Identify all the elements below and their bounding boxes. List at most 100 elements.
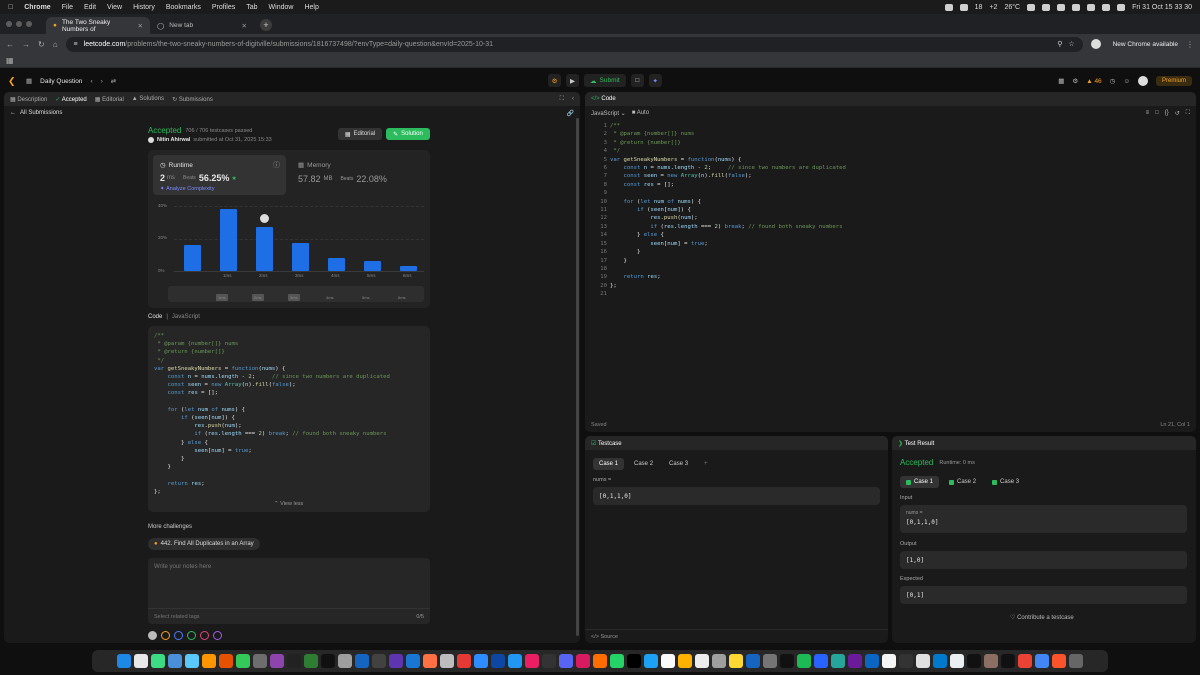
code-editor[interactable]: /** * @param {number[]} nums * @return {… [610, 122, 846, 290]
dock-app-icon[interactable] [865, 654, 879, 668]
timer-icon[interactable]: ◷ [1110, 77, 1116, 85]
bookmark-star-icon[interactable]: ☆ [1068, 40, 1074, 48]
chart-bar[interactable] [256, 227, 273, 271]
tab-submissions[interactable]: ↻ Submissions [172, 96, 213, 103]
close-tab-icon[interactable]: ✕ [242, 22, 247, 30]
dock-app-icon[interactable] [831, 654, 845, 668]
language-select[interactable]: JavaScript ⌄ [591, 110, 626, 117]
apps-grid-icon[interactable]: ▦ [6, 56, 14, 65]
dock-app-icon[interactable] [542, 654, 556, 668]
dock-app-icon[interactable] [134, 654, 148, 668]
dock-app-icon[interactable] [882, 654, 896, 668]
dock-app-icon[interactable] [1052, 654, 1066, 668]
menu-view[interactable]: View [107, 4, 122, 11]
bookmark-icon[interactable]: □ [1155, 110, 1159, 116]
dock-app-icon[interactable] [950, 654, 964, 668]
site-info-icon[interactable]: ≡ [74, 41, 78, 48]
dock-app-icon[interactable] [508, 654, 522, 668]
chart-bar[interactable] [292, 243, 309, 271]
dock-app-icon[interactable] [610, 654, 624, 668]
status-icon[interactable] [1042, 3, 1051, 11]
testcase-tab[interactable]: ☑ Testcase [591, 440, 622, 447]
dock-app-icon[interactable] [491, 654, 505, 668]
dock-app-icon[interactable] [848, 654, 862, 668]
dock-app-icon[interactable] [236, 654, 250, 668]
dock-app-icon[interactable] [355, 654, 369, 668]
dock-app-icon[interactable] [1035, 654, 1049, 668]
tab-accepted[interactable]: ✓ Accepted [55, 96, 86, 103]
braces-icon[interactable]: {} [1165, 110, 1169, 116]
tags-select[interactable]: Select related tags [154, 614, 200, 620]
dock-app-icon[interactable] [304, 654, 318, 668]
menu-tab[interactable]: Tab [246, 4, 257, 11]
dock-app-icon[interactable] [1069, 654, 1083, 668]
apple-icon[interactable]:  [8, 4, 13, 11]
dock-app-icon[interactable] [474, 654, 488, 668]
dock-app-icon[interactable] [372, 654, 386, 668]
memory-title[interactable]: ▦ Memory [298, 161, 331, 170]
add-friend-icon[interactable]: ☺ [1123, 78, 1130, 85]
menu-file[interactable]: File [62, 4, 73, 11]
back-icon[interactable]: ← [6, 40, 14, 49]
home-icon[interactable]: ⌂ [53, 40, 58, 49]
browser-tab[interactable]: ◯ New tab ✕ [150, 17, 254, 34]
status-count[interactable]: 18 [975, 4, 983, 11]
browser-tab[interactable]: ● The Two Sneaky Numbers of ✕ [46, 17, 150, 34]
status-icon[interactable] [1027, 3, 1036, 11]
dock-app-icon[interactable] [423, 654, 437, 668]
dock-app-icon[interactable] [593, 654, 607, 668]
contribute-testcase-link[interactable]: ♡ Contribute a testcase [1010, 614, 1074, 622]
result-case-2-tab[interactable]: Case 2 [943, 476, 982, 488]
dock-app-icon[interactable] [729, 654, 743, 668]
color-swatch-green[interactable] [187, 631, 196, 640]
result-case-3-tab[interactable]: Case 3 [986, 476, 1025, 488]
related-problem-chip[interactable]: ● 442. Find All Duplicates in an Array [148, 538, 260, 550]
dock-app-icon[interactable] [967, 654, 981, 668]
battery-icon[interactable] [1087, 3, 1096, 11]
dock-app-icon[interactable] [984, 654, 998, 668]
shuffle-icon[interactable]: ⇄ [111, 77, 116, 85]
weather-status[interactable]: 26°C [1004, 4, 1020, 11]
menubar-clock[interactable]: Fri 31 Oct 15 33 30 [1132, 4, 1192, 11]
dock-app-icon[interactable] [338, 654, 352, 668]
user-position-marker[interactable] [260, 214, 269, 224]
author-name[interactable]: Nitin Ahirwal [157, 137, 190, 143]
menu-profiles[interactable]: Profiles [212, 4, 235, 11]
close-window-button[interactable] [6, 21, 12, 27]
chart-minimap[interactable]: 1ms 2ms 3ms 4ms 5ms 6ms [168, 286, 424, 302]
dock-app-icon[interactable] [559, 654, 573, 668]
test-result-tab[interactable]: ❯ Test Result [898, 440, 934, 447]
dock-app-icon[interactable] [1001, 654, 1015, 668]
chart-bar[interactable] [184, 245, 201, 271]
code-tab[interactable]: </> Code [591, 96, 616, 102]
analyze-complexity-link[interactable]: ✦ Analyze Complexity [160, 186, 214, 192]
reload-icon[interactable]: ↻ [38, 40, 45, 49]
dock-app-icon[interactable] [899, 654, 913, 668]
leetcode-logo-icon[interactable]: ❮ [8, 76, 18, 86]
chart-bar[interactable] [220, 209, 237, 271]
left-panel-scrollbar[interactable] [576, 118, 579, 636]
chart-bar[interactable] [400, 266, 417, 271]
chart-bar[interactable] [328, 258, 345, 271]
auto-mode-toggle[interactable]: ■ Auto [632, 110, 649, 116]
tab-description[interactable]: ▦ Description [10, 96, 47, 103]
notes-editor[interactable]: Write your notes here Select related tag… [148, 558, 430, 624]
dock-app-icon[interactable] [270, 654, 284, 668]
dock-app-icon[interactable] [253, 654, 267, 668]
color-swatch-purple[interactable] [213, 631, 222, 640]
ai-assist-button[interactable]: ✦ [648, 74, 662, 87]
color-swatch-blue[interactable] [174, 631, 183, 640]
view-less-button[interactable]: ⌃ View less [274, 501, 303, 507]
tab-solutions[interactable]: ▲ Solutions [132, 96, 164, 102]
dock-app-icon[interactable] [678, 654, 692, 668]
dock-app-icon[interactable] [219, 654, 233, 668]
format-icon[interactable]: ≡ [1146, 110, 1150, 116]
status-icon[interactable] [944, 3, 953, 11]
dock-app-icon[interactable] [695, 654, 709, 668]
fullscreen-icon[interactable]: ⛶ [1186, 110, 1190, 117]
author-avatar[interactable] [148, 137, 154, 143]
minimize-window-button[interactable] [16, 21, 22, 27]
testcase-input[interactable]: [0,1,1,0] [593, 487, 880, 505]
dock-app-icon[interactable] [933, 654, 947, 668]
dock-app-icon[interactable] [440, 654, 454, 668]
